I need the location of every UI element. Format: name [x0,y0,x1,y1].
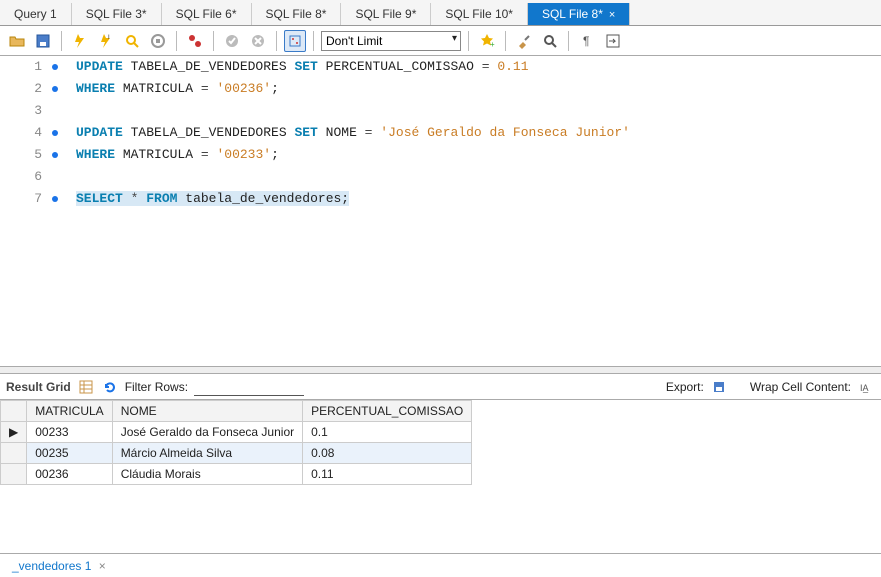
cell[interactable]: 0.1 [303,422,472,443]
result-toolbar: Result Grid Filter Rows: Export: Wrap Ce… [0,374,881,400]
code-line[interactable]: UPDATE TABELA_DE_VENDEDORES SET NOME = '… [76,122,630,144]
file-tab[interactable]: SQL File 8*× [528,3,630,25]
svg-text:¶: ¶ [583,34,589,48]
limit-select[interactable]: Don't Limit [321,31,461,51]
find-button[interactable] [539,30,561,52]
close-icon[interactable]: × [99,559,106,573]
splitter[interactable] [0,366,881,374]
file-tab[interactable]: SQL File 3* [72,3,162,25]
table-row[interactable]: ▶00233José Geraldo da Fonseca Junior0.1 [1,422,472,443]
toggle-limit-button[interactable] [284,30,306,52]
limit-select-wrap: Don't Limit [321,31,461,51]
execute-current-button[interactable]: I [95,30,117,52]
file-tab[interactable]: SQL File 8* [252,3,342,25]
table-row[interactable]: 00235Márcio Almeida Silva0.08 [1,443,472,464]
open-file-button[interactable] [6,30,28,52]
wrap-label: Wrap Cell Content: [750,380,851,394]
row-marker[interactable]: ▶ [1,422,27,443]
rollback-button[interactable] [247,30,269,52]
separator [276,31,277,51]
column-header[interactable]: PERCENTUAL_COMISSAO [303,401,472,422]
cell[interactable]: 00235 [27,443,112,464]
refresh-icon[interactable] [101,378,119,396]
column-header[interactable]: NOME [112,401,302,422]
result-tab[interactable]: _vendedores 1 × [6,556,112,576]
explain-button[interactable] [121,30,143,52]
result-grid[interactable]: MATRICULANOMEPERCENTUAL_COMISSAO▶00233Jo… [0,400,472,485]
filter-label: Filter Rows: [125,380,188,394]
code-line[interactable]: SELECT * FROM tabela_de_vendedores; [76,188,630,210]
cell[interactable]: Márcio Almeida Silva [112,443,302,464]
separator [213,31,214,51]
sql-editor[interactable]: 1234567 UPDATE TABELA_DE_VENDEDORES SET … [0,56,881,366]
cell[interactable]: 0.11 [303,464,472,485]
separator [505,31,506,51]
table-row[interactable]: 00236Cláudia Morais0.11 [1,464,472,485]
toggle-invisible-button[interactable]: ¶ [576,30,598,52]
result-tab-label: _vendedores 1 [12,559,91,573]
code-line[interactable]: WHERE MATRICULA = '00236'; [76,78,630,100]
file-tab[interactable]: SQL File 10* [431,3,528,25]
editor-toolbar: I Don't Limit + ¶ [0,26,881,56]
execute-button[interactable] [69,30,91,52]
code-area[interactable]: UPDATE TABELA_DE_VENDEDORES SET PERCENTU… [66,56,630,366]
stop-button[interactable] [147,30,169,52]
cell[interactable]: 0.08 [303,443,472,464]
cell[interactable]: José Geraldo da Fonseca Junior [112,422,302,443]
separator [468,31,469,51]
separator [568,31,569,51]
file-tab[interactable]: Query 1 [0,3,72,25]
separator [61,31,62,51]
code-line[interactable] [76,100,630,122]
export-icon[interactable] [710,378,728,396]
marker-gutter [48,56,66,366]
close-icon[interactable]: × [609,9,615,21]
cell[interactable]: 00233 [27,422,112,443]
wrap-icon[interactable]: IA̲ [857,378,875,396]
column-header[interactable]: MATRICULA [27,401,112,422]
file-tab[interactable]: SQL File 9* [341,3,431,25]
code-line[interactable]: WHERE MATRICULA = '00233'; [76,144,630,166]
result-grid-label: Result Grid [6,380,71,394]
clean-button[interactable] [513,30,535,52]
cell[interactable]: 00236 [27,464,112,485]
result-grid-wrap: MATRICULANOMEPERCENTUAL_COMISSAO▶00233Jo… [0,400,881,570]
svg-text:IA̲: IA̲ [860,383,869,393]
toggle-wrap-button[interactable] [602,30,624,52]
row-marker[interactable] [1,443,27,464]
code-line[interactable]: UPDATE TABELA_DE_VENDEDORES SET PERCENTU… [76,56,630,78]
grid-view-icon[interactable] [77,378,95,396]
file-tabs: Query 1SQL File 3*SQL File 6*SQL File 8*… [0,0,881,26]
row-marker[interactable] [1,464,27,485]
export-label: Export: [666,380,704,394]
filter-input[interactable] [194,378,304,396]
separator [176,31,177,51]
file-tab[interactable]: SQL File 6* [162,3,252,25]
save-button[interactable] [32,30,54,52]
toggle-autocommit-button[interactable] [184,30,206,52]
svg-text:+: + [490,40,495,49]
commit-button[interactable] [221,30,243,52]
code-line[interactable] [76,166,630,188]
beautify-button[interactable]: + [476,30,498,52]
line-gutter: 1234567 [0,56,48,366]
cell[interactable]: Cláudia Morais [112,464,302,485]
separator [313,31,314,51]
result-tabs: _vendedores 1 × [0,553,881,577]
